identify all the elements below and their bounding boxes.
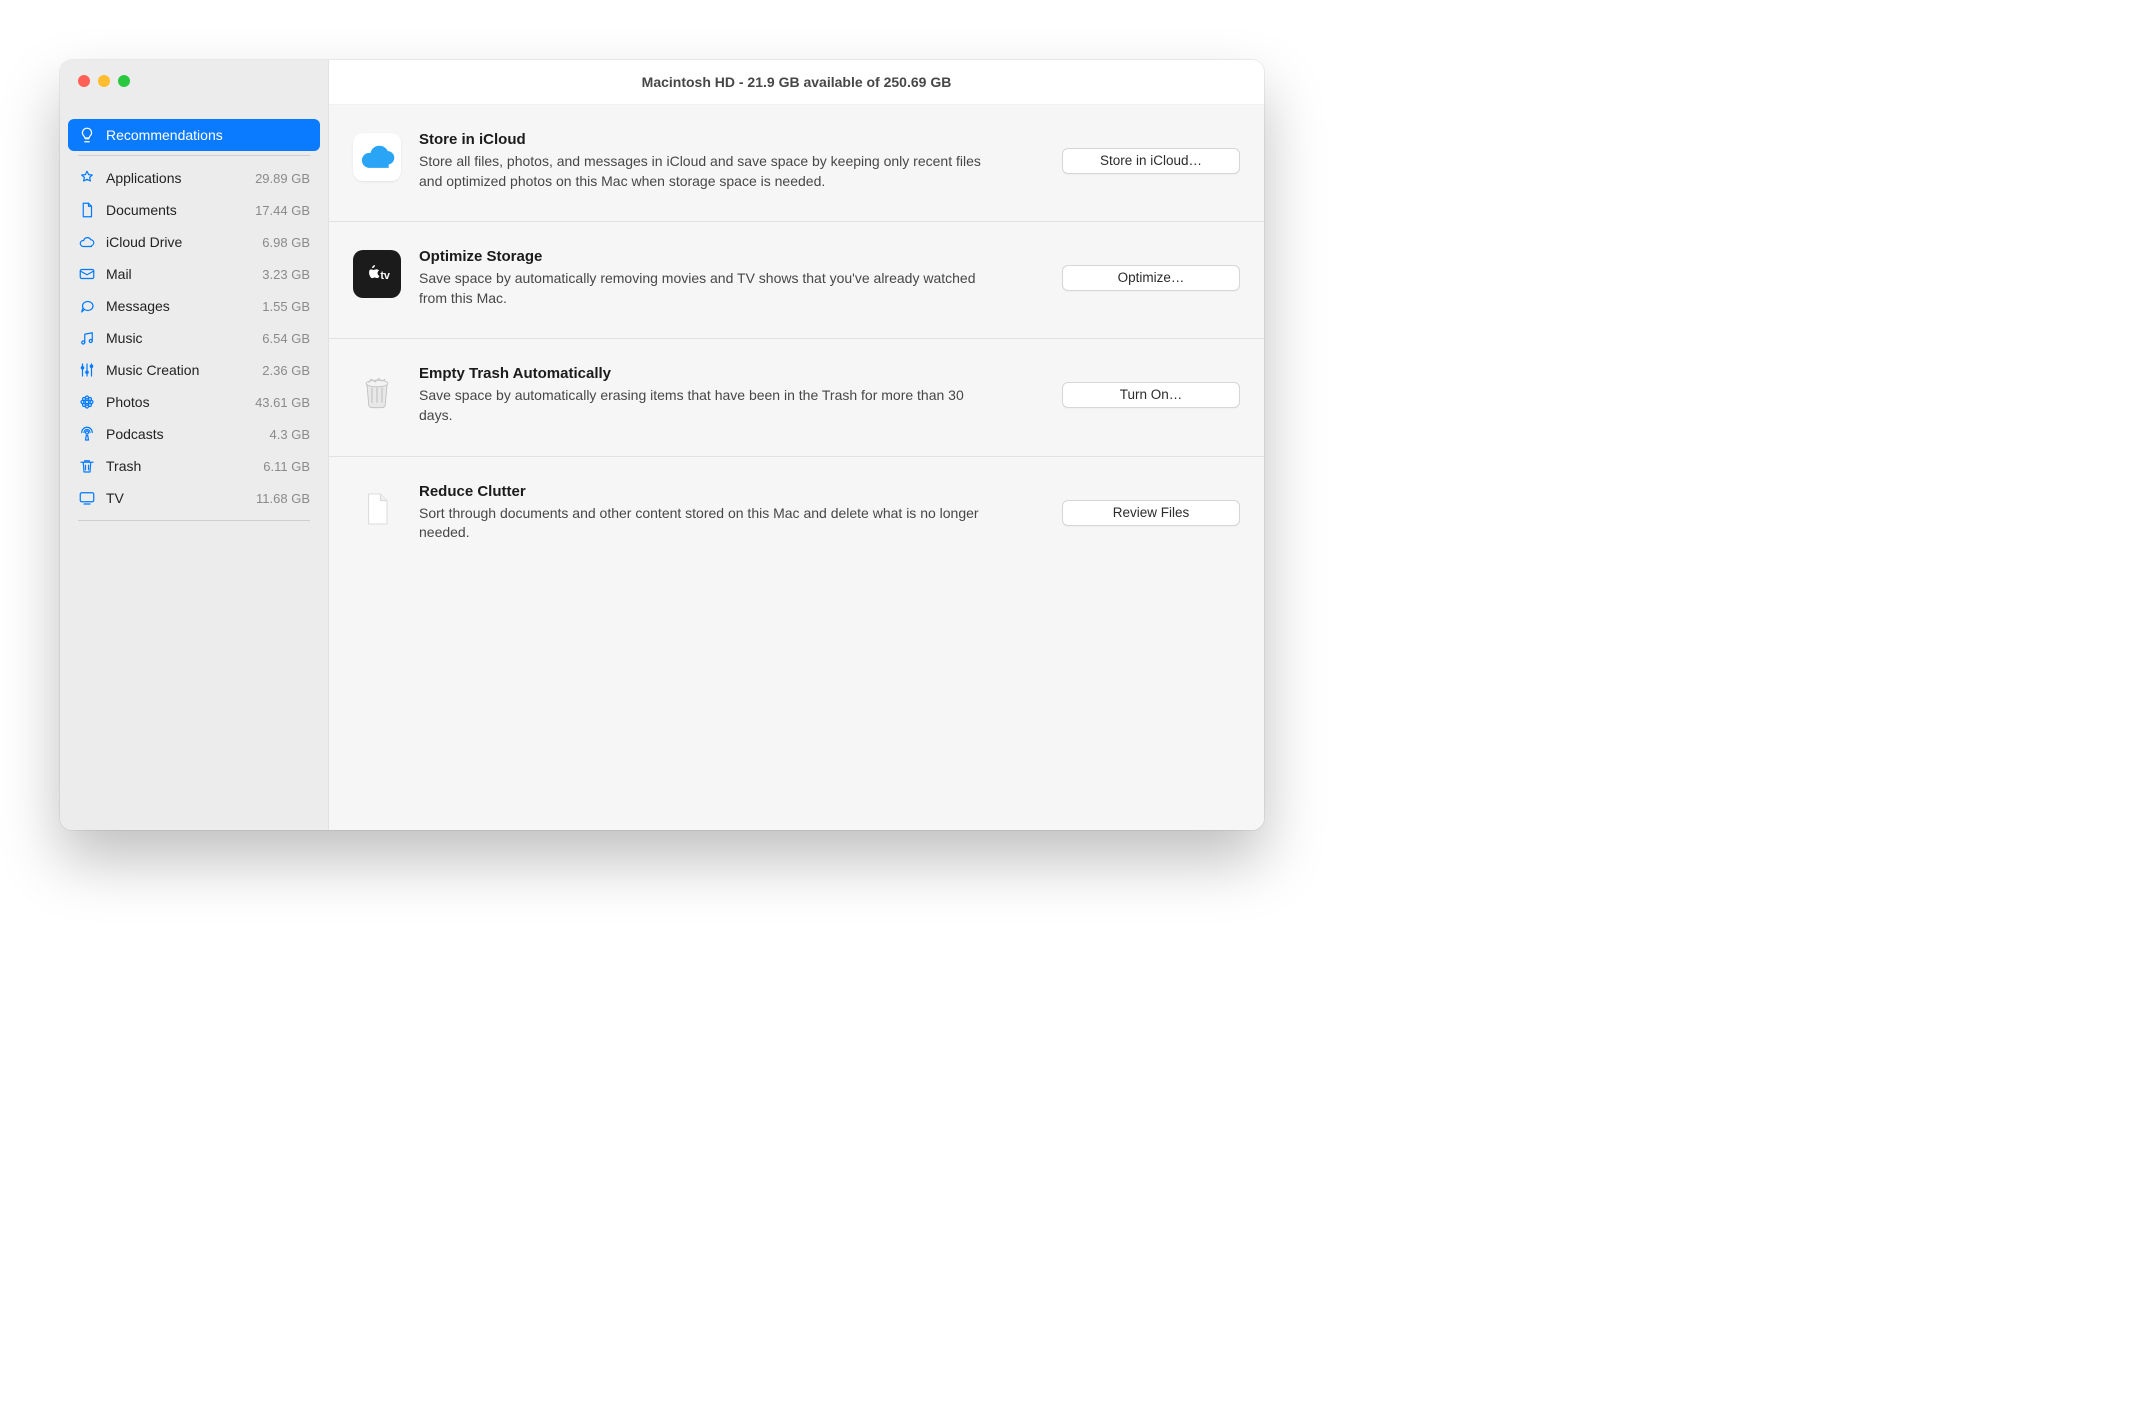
sidebar-item-mail[interactable]: Mail 3.23 GB — [68, 258, 320, 290]
sidebar-item-label: Mail — [106, 266, 256, 282]
mixer-icon — [76, 359, 98, 381]
sidebar-item-label: Podcasts — [106, 426, 264, 442]
flower-icon — [76, 391, 98, 413]
sidebar-item-label: Documents — [106, 202, 249, 218]
recommendation-description: Sort through documents and other content… — [419, 504, 999, 543]
recommendation-title: Empty Trash Automatically — [419, 365, 1044, 382]
sidebar-item-messages[interactable]: Messages 1.55 GB — [68, 290, 320, 322]
sidebar-item-label: Music — [106, 330, 256, 346]
trash-bin-icon — [353, 367, 401, 415]
recommendation-description: Store all files, photos, and messages in… — [419, 152, 999, 191]
turn-on-button[interactable]: Turn On… — [1062, 382, 1240, 408]
sidebar-item-size: 6.98 GB — [262, 235, 310, 250]
sidebar-item-size: 4.3 GB — [270, 427, 310, 442]
sidebar-item-tv[interactable]: TV 11.68 GB — [68, 482, 320, 514]
sidebar-item-applications[interactable]: Applications 29.89 GB — [68, 162, 320, 194]
bubble-icon — [76, 295, 98, 317]
blank-document-icon — [353, 485, 401, 533]
sidebar-item-podcasts[interactable]: Podcasts 4.3 GB — [68, 418, 320, 450]
optimize-button[interactable]: Optimize… — [1062, 265, 1240, 291]
sidebar-item-size: 6.54 GB — [262, 331, 310, 346]
recommendation-empty-trash: Empty Trash Automatically Save space by … — [329, 339, 1264, 456]
sidebar-list: Recommendations Applications 29.89 GB — [60, 113, 328, 521]
music-icon — [76, 327, 98, 349]
minimize-window-button[interactable] — [98, 75, 110, 87]
sidebar-item-music-creation[interactable]: Music Creation 2.36 GB — [68, 354, 320, 386]
svg-text:tv: tv — [380, 270, 390, 282]
storage-management-window: Recommendations Applications 29.89 GB — [60, 60, 1264, 830]
sidebar-item-label: Messages — [106, 298, 256, 314]
sidebar-item-label: Photos — [106, 394, 249, 410]
recommendation-optimize-storage: tv Optimize Storage Save space by automa… — [329, 222, 1264, 339]
applications-icon — [76, 167, 98, 189]
sidebar-item-label: Trash — [106, 458, 257, 474]
sidebar-item-photos[interactable]: Photos 43.61 GB — [68, 386, 320, 418]
lightbulb-icon — [76, 124, 98, 146]
sidebar-item-documents[interactable]: Documents 17.44 GB — [68, 194, 320, 226]
sidebar-item-label: Recommendations — [106, 127, 304, 143]
window-controls — [60, 60, 328, 113]
apple-tv-app-icon: tv — [353, 250, 401, 298]
sidebar-item-size: 29.89 GB — [255, 171, 310, 186]
recommendation-title: Optimize Storage — [419, 248, 1044, 265]
document-icon — [76, 199, 98, 221]
zoom-window-button[interactable] — [118, 75, 130, 87]
recommendation-title: Store in iCloud — [419, 131, 1044, 148]
close-window-button[interactable] — [78, 75, 90, 87]
main-panel: Macintosh HD - 21.9 GB available of 250.… — [329, 60, 1264, 830]
recommendation-description: Save space by automatically removing mov… — [419, 269, 999, 308]
sidebar-item-icloud-drive[interactable]: iCloud Drive 6.98 GB — [68, 226, 320, 258]
review-files-button[interactable]: Review Files — [1062, 500, 1240, 526]
recommendation-description: Save space by automatically erasing item… — [419, 386, 999, 425]
sidebar-separator — [78, 155, 310, 156]
sidebar-item-size: 11.68 GB — [256, 491, 310, 506]
envelope-icon — [76, 263, 98, 285]
sidebar-item-trash[interactable]: Trash 6.11 GB — [68, 450, 320, 482]
sidebar-item-recommendations[interactable]: Recommendations — [68, 119, 320, 151]
icloud-app-icon — [353, 133, 401, 181]
sidebar-item-size: 2.36 GB — [262, 363, 310, 378]
sidebar-item-label: TV — [106, 490, 250, 506]
recommendation-store-in-icloud: Store in iCloud Store all files, photos,… — [329, 105, 1264, 222]
titlebar: Macintosh HD - 21.9 GB available of 250.… — [329, 60, 1264, 105]
sidebar: Recommendations Applications 29.89 GB — [60, 60, 329, 830]
sidebar-item-music[interactable]: Music 6.54 GB — [68, 322, 320, 354]
podcast-icon — [76, 423, 98, 445]
sidebar-item-size: 3.23 GB — [262, 267, 310, 282]
recommendation-title: Reduce Clutter — [419, 483, 1044, 500]
recommendations-list: Store in iCloud Store all files, photos,… — [329, 105, 1264, 830]
sidebar-item-size: 17.44 GB — [255, 203, 310, 218]
sidebar-item-label: Music Creation — [106, 362, 256, 378]
sidebar-item-size: 1.55 GB — [262, 299, 310, 314]
sidebar-item-size: 6.11 GB — [263, 459, 310, 474]
cloud-icon — [76, 231, 98, 253]
store-in-icloud-button[interactable]: Store in iCloud… — [1062, 148, 1240, 174]
sidebar-item-size: 43.61 GB — [255, 395, 310, 410]
sidebar-item-label: Applications — [106, 170, 249, 186]
sidebar-separator — [78, 520, 310, 521]
window-title: Macintosh HD - 21.9 GB available of 250.… — [642, 74, 952, 90]
trash-icon — [76, 455, 98, 477]
sidebar-item-label: iCloud Drive — [106, 234, 256, 250]
recommendation-reduce-clutter: Reduce Clutter Sort through documents an… — [329, 457, 1264, 573]
tv-icon — [76, 487, 98, 509]
